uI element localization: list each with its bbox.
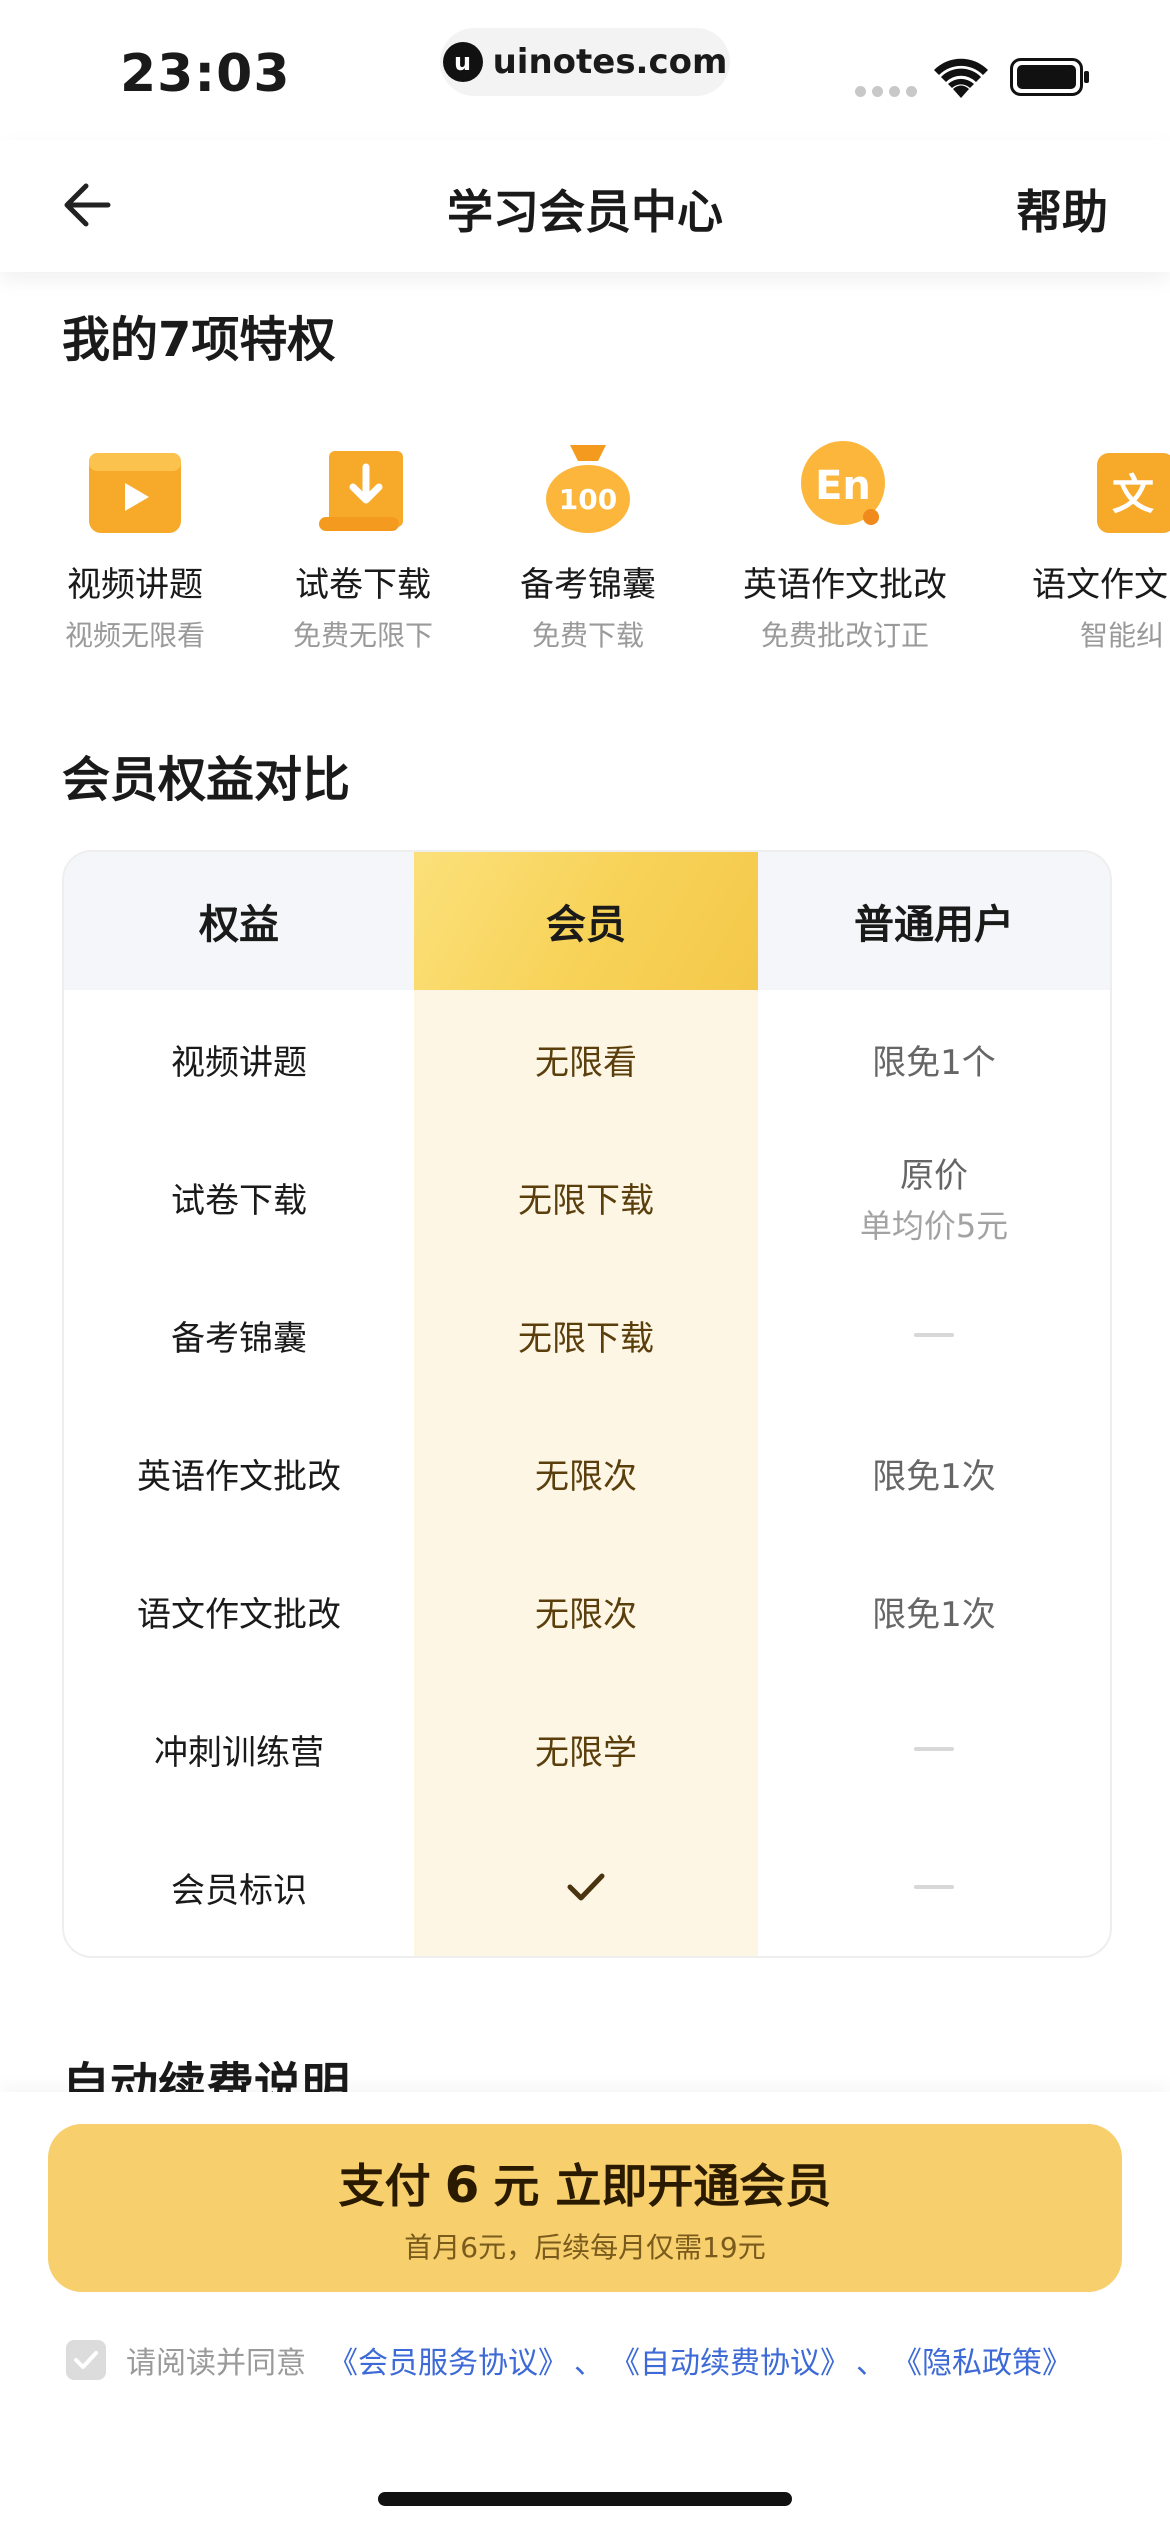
vip-cell: 无限次 [535, 1594, 637, 1635]
privileges-list: 视频讲题 视频无限看 试卷下载 免费无限下 100 备考锦囊 免费下载 En 英… [0, 425, 1170, 655]
privilege-desc: 免费批改订正 [760, 619, 929, 652]
link-privacy-policy[interactable]: 《隐私政策》 [892, 2338, 1072, 2382]
table-row: 备考锦囊 无限下载 [64, 1266, 1110, 1404]
normal-cell [758, 1680, 1110, 1818]
comparison-table: 权益 会员 普通用户 视频讲题 无限看 限免1个 试卷下载 无限下载 原价 单均… [62, 850, 1112, 1958]
table-row: 视频讲题 无限看 限免1个 [64, 990, 1110, 1128]
link-separator: 、 [856, 2346, 886, 2381]
agreement-row: 请阅读并同意 《会员服务协议》 、 《自动续费协议》 、 《隐私政策》 [66, 2338, 1072, 2382]
link-separator: 、 [574, 2346, 604, 2381]
benefit-cell: 冲刺训练营 [154, 1732, 324, 1773]
dash-icon [914, 1885, 954, 1889]
link-member-agreement[interactable]: 《会员服务协议》 [328, 2338, 568, 2382]
home-indicator[interactable] [378, 2492, 792, 2506]
benefit-cell: 英语作文批改 [137, 1456, 341, 1497]
agreement-text: 请阅读并同意 [126, 2346, 306, 2381]
nav-bar: 学习会员中心 帮助 [0, 140, 1170, 272]
privilege-desc: 免费无限下 [292, 619, 433, 652]
dash-icon [914, 1333, 954, 1337]
pay-button[interactable]: 支付 6 元 立即开通会员 首月6元，后续每月仅需19元 [48, 2124, 1122, 2292]
svg-text:100: 100 [559, 483, 617, 516]
page-title: 学习会员中心 [447, 185, 723, 239]
privilege-item[interactable]: 试卷下载 免费无限下 [253, 425, 473, 654]
dash-icon [914, 1747, 954, 1751]
privilege-desc: 免费下载 [531, 619, 644, 652]
normal-sub: 单均价5元 [859, 1206, 1009, 1245]
privilege-desc: 视频无限看 [64, 619, 205, 652]
help-button[interactable]: 帮助 [1016, 176, 1108, 242]
vip-cell: 无限学 [535, 1732, 637, 1773]
normal-cell [758, 1818, 1110, 1956]
benefit-cell: 备考锦囊 [171, 1318, 307, 1359]
comparison-title: 会员权益对比 [62, 752, 351, 808]
agreement-checkbox[interactable] [66, 2340, 106, 2380]
header-normal: 普通用户 [854, 902, 1014, 948]
table-row: 冲刺训练营 无限学 [64, 1680, 1110, 1818]
signal-icon [855, 86, 917, 97]
vip-cell: 无限下载 [518, 1180, 654, 1221]
money-bag-icon: 100 [546, 445, 630, 533]
privilege-name: 视频讲题 [67, 565, 203, 605]
pay-amount: 6 [444, 2156, 480, 2214]
benefit-cell: 视频讲题 [171, 1042, 307, 1083]
link-auto-renew-agreement[interactable]: 《自动续费协议》 [610, 2338, 850, 2382]
video-play-icon [89, 453, 181, 533]
url-text: uinotes.com [492, 42, 728, 82]
benefit-cell: 会员标识 [171, 1870, 307, 1911]
normal-cell [758, 1266, 1110, 1404]
vip-cell: 无限次 [535, 1456, 637, 1497]
benefit-cell: 试卷下载 [171, 1180, 307, 1221]
pay-prefix: 支付 [338, 2159, 431, 2213]
normal-cell: 限免1个 [872, 1042, 996, 1083]
battery-icon [1010, 58, 1089, 96]
vip-cell: 无限下载 [518, 1318, 654, 1359]
normal-main: 原价 [900, 1155, 968, 1196]
benefit-cell: 语文作文批改 [137, 1594, 341, 1635]
privilege-name: 语文作文 [1032, 565, 1168, 605]
privilege-name: 试卷下载 [295, 565, 431, 605]
site-logo-icon: u [442, 42, 483, 82]
privilege-name: 备考锦囊 [520, 565, 656, 605]
normal-cell: 原价 单均价5元 [758, 1128, 1110, 1266]
bottom-action-bar: 支付 6 元 立即开通会员 首月6元，后续每月仅需19元 请阅读并同意 《会员服务协… [0, 2092, 1170, 2532]
normal-cell: 限免1次 [872, 1594, 996, 1635]
svg-text:En: En [815, 463, 871, 509]
url-pill[interactable]: u uinotes.com [440, 28, 730, 96]
svg-text:文: 文 [1112, 470, 1154, 519]
table-row: 语文作文批改 无限次 限免1次 [64, 1542, 1110, 1680]
header-vip: 会员 [414, 852, 758, 990]
pay-sub-text: 首月6元，后续每月仅需19元 [404, 2231, 766, 2264]
chinese-wen-icon: 文 [1097, 453, 1170, 533]
table-row: 试卷下载 无限下载 原价 单均价5元 [64, 1128, 1110, 1266]
privileges-title: 我的7项特权 [62, 312, 336, 368]
status-bar: 23:03 u uinotes.com [0, 0, 1170, 140]
wifi-icon [934, 58, 988, 98]
normal-cell: 限免1次 [872, 1456, 996, 1497]
check-icon [74, 2351, 98, 2369]
privilege-item[interactable]: En 英语作文批改 免费批改订正 [735, 425, 955, 654]
privilege-item[interactable]: 文 语文作文 智能纠 [1000, 425, 1170, 654]
english-bubble-icon: En [801, 441, 885, 525]
privilege-item[interactable]: 视频讲题 视频无限看 [25, 425, 245, 654]
pay-main-text: 支付 6 元 立即开通会员 [339, 2150, 832, 2216]
table-row: 英语作文批改 无限次 限免1次 [64, 1404, 1110, 1542]
table-row: 会员标识 [64, 1818, 1110, 1956]
renewal-title: 自动续费说明 [62, 2058, 351, 2092]
check-icon [567, 1873, 605, 1901]
table-header: 权益 会员 普通用户 [64, 852, 1110, 990]
privilege-desc: 智能纠 [1080, 619, 1165, 652]
download-scroll-icon [319, 451, 403, 531]
privilege-item[interactable]: 100 备考锦囊 免费下载 [478, 425, 698, 654]
vip-cell [414, 1818, 758, 1956]
privilege-name: 英语作文批改 [743, 565, 947, 605]
pay-suffix: 元 立即开通会员 [493, 2159, 832, 2213]
status-time: 23:03 [120, 44, 291, 104]
vip-cell: 无限看 [535, 1042, 637, 1083]
header-benefit: 权益 [199, 902, 279, 948]
